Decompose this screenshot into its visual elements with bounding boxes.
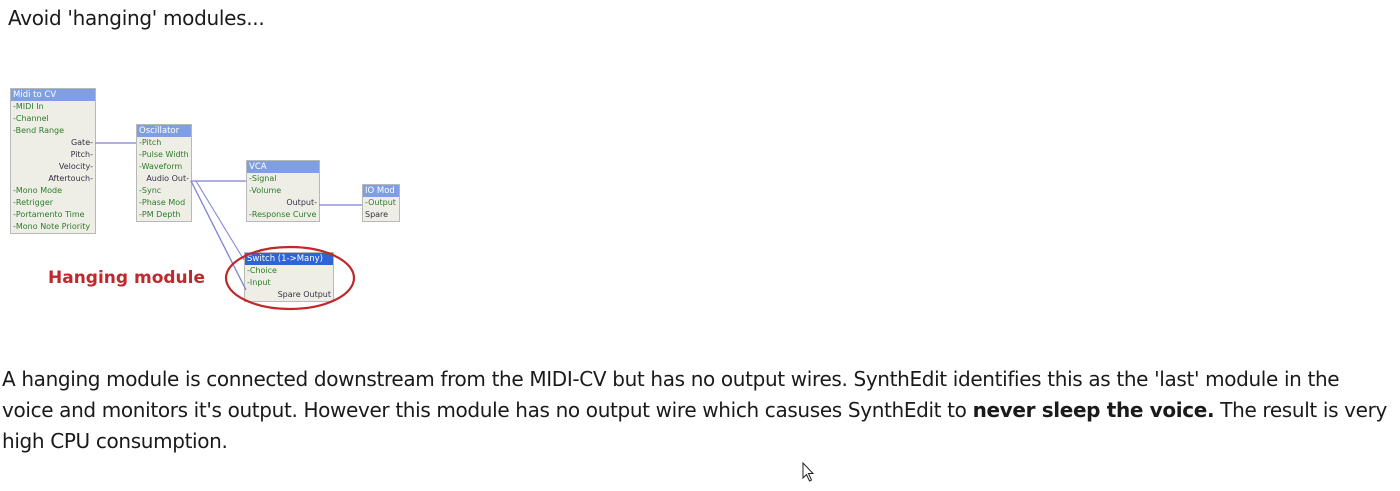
hanging-module-label: Hanging module xyxy=(48,268,206,288)
mouse-cursor-icon xyxy=(802,462,815,482)
wire-audio-to-switch-2 xyxy=(195,180,245,261)
hanging-highlight-ellipse xyxy=(224,245,356,311)
explanation-paragraph: A hanging module is connected downstream… xyxy=(2,364,1392,457)
page-heading: Avoid 'hanging' modules... xyxy=(8,6,265,30)
paragraph-bold: never sleep the voice. xyxy=(972,398,1215,422)
